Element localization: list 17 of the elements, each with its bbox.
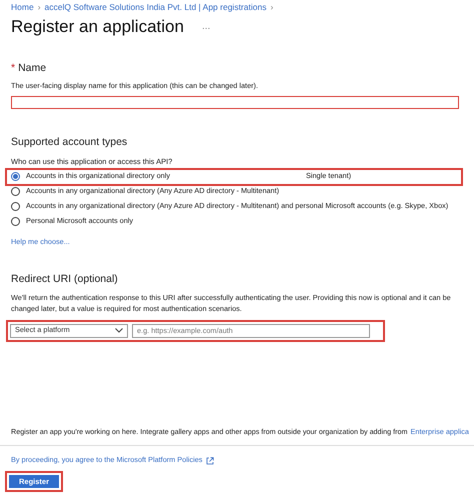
section-heading: Supported account types bbox=[11, 136, 128, 149]
radio-button[interactable] bbox=[11, 187, 20, 196]
required-mark: * bbox=[11, 62, 16, 74]
name-input-field[interactable] bbox=[11, 96, 459, 110]
page-title: Register an application bbox=[11, 17, 184, 38]
chevron-icon: › bbox=[270, 2, 274, 12]
radio-button[interactable] bbox=[11, 172, 20, 182]
field-label: Name bbox=[18, 62, 46, 74]
radio-button[interactable] bbox=[11, 202, 20, 212]
breadcrumb-link[interactable]: Home bbox=[11, 2, 34, 12]
more-options-button[interactable]: ... bbox=[202, 21, 210, 34]
chevron-down-icon bbox=[115, 328, 123, 334]
external-link-icon bbox=[206, 456, 214, 465]
section-heading: Redirect URI (optional) bbox=[11, 272, 119, 286]
chevron-icon: › bbox=[38, 2, 41, 12]
breadcrumb-link[interactable]: accelQ Software Solutions India Pvt. Ltd | App registrations bbox=[44, 2, 266, 12]
radio-button[interactable] bbox=[11, 217, 20, 226]
